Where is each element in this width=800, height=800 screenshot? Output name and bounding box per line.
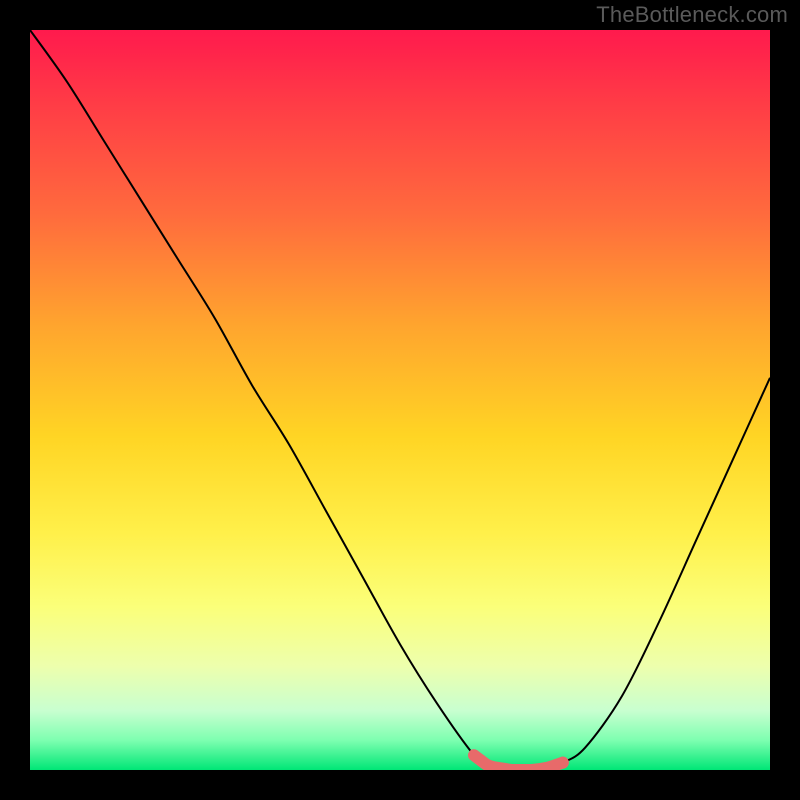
chart-svg — [30, 30, 770, 770]
bottleneck-curve — [30, 30, 770, 770]
chart-plot-area — [30, 30, 770, 770]
highlight-segment — [474, 755, 563, 770]
attribution-label: TheBottleneck.com — [596, 2, 788, 28]
highlight-end-dot — [557, 757, 569, 769]
